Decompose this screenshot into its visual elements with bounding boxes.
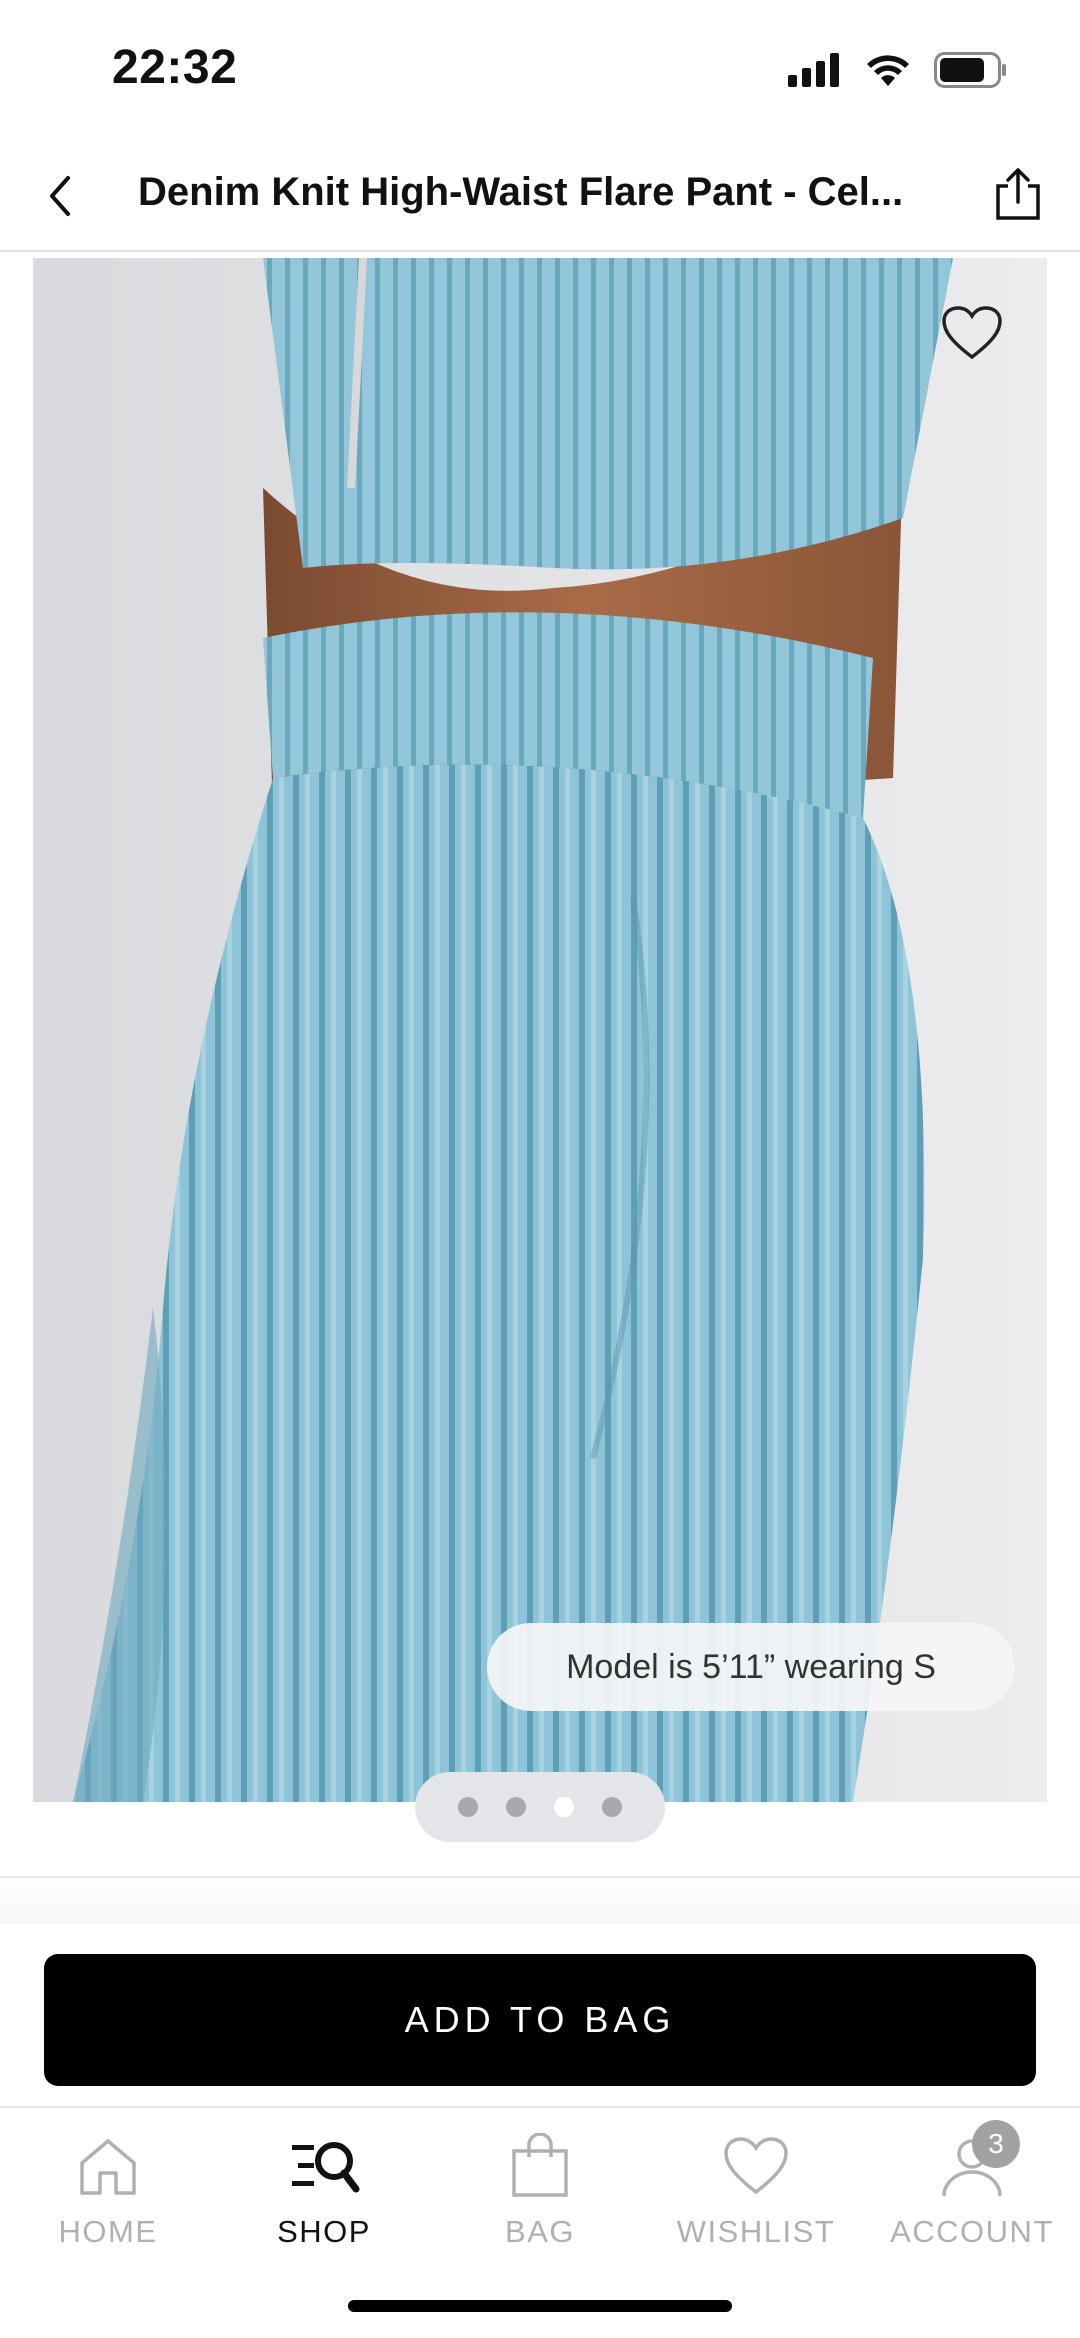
share-button[interactable] bbox=[986, 162, 1050, 226]
nav-wishlist-label: WISHLIST bbox=[676, 2214, 836, 2249]
chevron-left-icon bbox=[50, 176, 70, 216]
battery-icon bbox=[934, 52, 1006, 88]
nav-home[interactable]: HOME bbox=[0, 2126, 216, 2266]
image-pager[interactable] bbox=[415, 1772, 665, 1842]
pager-dot-2[interactable] bbox=[506, 1797, 526, 1817]
status-bar: 22:32 bbox=[0, 0, 1080, 140]
product-photo bbox=[33, 258, 1047, 1802]
home-icon bbox=[68, 2126, 148, 2206]
nav-account[interactable]: 3 ACCOUNT bbox=[864, 2120, 1080, 2266]
account-notification-badge: 3 bbox=[972, 2120, 1020, 2168]
pager-dot-1[interactable] bbox=[458, 1797, 478, 1817]
wifi-icon bbox=[867, 55, 909, 86]
nav-home-label: HOME bbox=[58, 2214, 158, 2249]
pager-dot-3-active[interactable] bbox=[554, 1797, 574, 1817]
cta-area: ADD TO BAG bbox=[0, 1924, 1080, 2104]
shop-search-icon bbox=[284, 2126, 364, 2206]
add-to-bag-button[interactable]: ADD TO BAG bbox=[44, 1954, 1036, 2086]
share-icon bbox=[996, 168, 1040, 220]
heart-icon bbox=[716, 2126, 796, 2206]
nav-bag[interactable]: BAG bbox=[432, 2126, 648, 2266]
model-size-info: Model is 5’11” wearing S bbox=[487, 1623, 1015, 1711]
nav-shop-label: SHOP bbox=[277, 2214, 371, 2249]
home-indicator bbox=[348, 2300, 732, 2312]
heart-outline-icon bbox=[942, 306, 1002, 360]
nav-wishlist[interactable]: WISHLIST bbox=[648, 2126, 864, 2266]
bag-icon bbox=[500, 2126, 580, 2206]
nav-shop[interactable]: SHOP bbox=[216, 2126, 432, 2266]
status-icons bbox=[788, 52, 1008, 88]
product-header: Denim Knit High-Waist Flare Pant - Cel..… bbox=[0, 140, 1080, 252]
wishlist-toggle-button[interactable] bbox=[937, 298, 1007, 368]
nav-account-label: ACCOUNT bbox=[890, 2214, 1054, 2249]
product-image-gallery[interactable]: Model is 5’11” wearing S bbox=[33, 258, 1047, 1802]
status-time: 22:32 bbox=[112, 41, 238, 94]
back-button[interactable] bbox=[32, 168, 88, 224]
pager-dot-4[interactable] bbox=[602, 1797, 622, 1817]
page-title: Denim Knit High-Waist Flare Pant - Cel..… bbox=[138, 170, 904, 214]
account-icon: 3 bbox=[932, 2120, 1020, 2206]
nav-bag-label: BAG bbox=[505, 2214, 575, 2249]
signal-icon bbox=[788, 53, 839, 87]
section-spacer bbox=[0, 1878, 1080, 1924]
